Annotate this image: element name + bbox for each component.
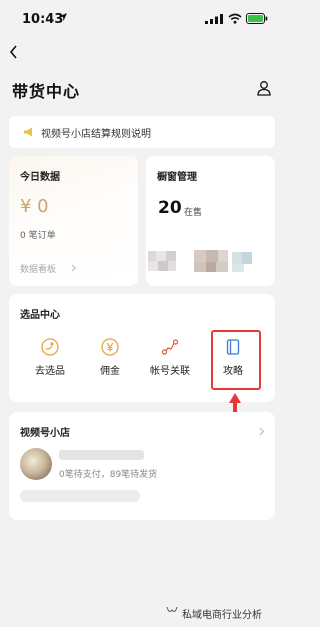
shop-order-status: 0笔待支付，89笔待发货 (59, 470, 158, 480)
commission-label: 佣金 (100, 366, 120, 377)
chevron-left-icon[interactable] (8, 44, 20, 60)
today-data-label: 今日数据 (20, 172, 60, 183)
product-thumbnails (148, 250, 252, 272)
select-products-label: 去选品 (35, 366, 65, 377)
chevron-right-icon (71, 264, 77, 272)
battery-icon (246, 13, 268, 24)
location-arrow-icon (59, 13, 67, 21)
selection-center-label: 选品中心 (20, 310, 60, 321)
signal-icon (205, 14, 223, 24)
shop-card[interactable]: 视频号小店 0笔待支付，89笔待发货 (9, 412, 275, 520)
account-link-label: 帐号关联 (150, 366, 190, 377)
yen-coin-icon (101, 338, 119, 356)
select-products-item[interactable]: 去选品 (25, 332, 75, 382)
today-orders: 0 笔订单 (20, 231, 56, 241)
wechat-channel-icon (166, 606, 178, 612)
shop-label: 视频号小店 (20, 428, 70, 439)
shop-avatar (20, 448, 52, 480)
shop-detail-blurred (20, 490, 140, 502)
notice-text: 视频号小店结算规则说明 (41, 129, 151, 140)
dashboard-link[interactable]: 数据看板 (20, 262, 56, 275)
megaphone-icon (24, 127, 32, 137)
status-bar: 10:43 (0, 0, 279, 38)
window-management-label: 橱窗管理 (157, 172, 197, 183)
notice-bar[interactable]: 视频号小店结算规则说明 (9, 116, 275, 148)
wifi-icon (228, 13, 242, 24)
window-count: 20 (158, 198, 182, 218)
shop-name-blurred (59, 450, 144, 460)
page-title: 带货中心 (12, 82, 81, 101)
window-status: 在售 (184, 208, 203, 218)
link-nodes-icon (161, 339, 179, 355)
account-link-item[interactable]: 帐号关联 (145, 332, 195, 382)
highlight-box (211, 330, 261, 390)
today-amount: ¥ 0 (20, 196, 49, 217)
chevron-right-icon (259, 427, 265, 436)
person-icon[interactable] (256, 80, 272, 96)
window-management-card[interactable]: 橱窗管理 20 在售 (146, 156, 275, 286)
commission-item[interactable]: 佣金 (85, 332, 135, 382)
watermark-text: 私域电商行业分析 (182, 610, 262, 621)
hand-coin-icon (41, 338, 59, 356)
today-data-card[interactable]: 今日数据 ¥ 0 0 笔订单 数据看板 (9, 156, 138, 286)
